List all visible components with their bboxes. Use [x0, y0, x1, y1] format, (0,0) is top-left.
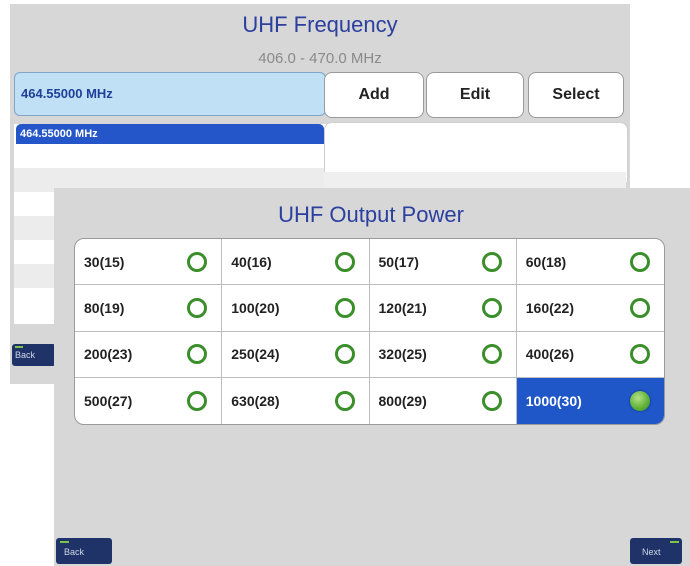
radio-icon[interactable] [481, 297, 502, 318]
radio-icon[interactable] [187, 251, 208, 272]
power-option-label: 630(28) [231, 392, 280, 409]
radio-icon[interactable] [334, 297, 355, 318]
radio-icon[interactable] [630, 297, 650, 318]
radio-selected-icon[interactable] [630, 390, 650, 411]
radio-icon[interactable] [630, 344, 650, 365]
back-button[interactable]: Back [56, 538, 112, 564]
frequency-list-item[interactable]: 464.55000 MHz [16, 124, 324, 144]
power-option[interactable]: 250(24) [222, 331, 370, 378]
select-button[interactable]: Select [528, 72, 624, 118]
power-option-label: 40(16) [231, 253, 272, 270]
power-option[interactable]: 400(26) [516, 332, 664, 378]
radio-icon[interactable] [334, 251, 355, 272]
power-option-label: 800(29) [378, 392, 427, 409]
power-option-label: 1000(30) [525, 392, 582, 409]
edit-button[interactable]: Edit [426, 72, 524, 118]
power-option-label: 30(15) [84, 253, 125, 270]
power-option[interactable]: 30(15) [75, 239, 223, 286]
power-option-selected[interactable]: 1000(30) [516, 377, 664, 424]
power-option-label: 500(27) [84, 392, 133, 409]
power-option-label: 80(19) [84, 299, 125, 316]
power-option[interactable]: 80(19) [75, 285, 223, 332]
power-option-label: 400(26) [525, 346, 575, 363]
radio-icon[interactable] [334, 390, 355, 411]
power-option-label: 160(22) [525, 299, 575, 316]
radio-icon[interactable] [334, 344, 355, 365]
radio-icon[interactable] [187, 297, 208, 318]
power-option[interactable]: 500(27) [75, 377, 223, 424]
radio-icon[interactable] [187, 390, 208, 411]
next-button[interactable]: Next [630, 538, 682, 564]
radio-icon[interactable] [481, 344, 502, 365]
radio-icon[interactable] [481, 390, 502, 411]
frequency-range: 406.0 - 470.0 MHz [258, 50, 382, 67]
power-option[interactable]: 60(18) [516, 239, 664, 286]
radio-icon[interactable] [481, 251, 502, 272]
power-option-label: 50(17) [378, 253, 419, 270]
power-option[interactable]: 200(23) [75, 331, 223, 378]
frequency-input[interactable]: 464.55000 MHz [14, 72, 326, 116]
power-title: UHF Output Power [278, 202, 464, 227]
radio-icon[interactable] [630, 251, 650, 272]
frequency-back-button[interactable]: Back [12, 344, 56, 366]
power-option[interactable]: 630(28) [222, 377, 370, 424]
power-option[interactable]: 40(16) [222, 239, 370, 286]
power-option[interactable]: 800(29) [370, 377, 517, 424]
power-options-grid: 30(15) 40(16) 50(17) 60(18) 80(19) 100(2… [74, 238, 665, 425]
power-option-label: 120(21) [378, 299, 427, 316]
radio-icon[interactable] [187, 344, 208, 365]
uhf-output-power-screen: UHF Output Power 30(15) 40(16) 50(17) 60… [54, 188, 690, 566]
power-option[interactable]: 50(17) [369, 239, 517, 286]
power-option[interactable]: 320(25) [369, 331, 517, 378]
power-option-label: 250(24) [231, 346, 280, 363]
power-option[interactable]: 120(21) [369, 285, 517, 332]
power-option-label: 320(25) [378, 346, 427, 363]
add-button[interactable]: Add [324, 72, 424, 118]
frequency-title: UHF Frequency [242, 12, 398, 37]
power-option[interactable]: 100(20) [222, 285, 370, 332]
power-option-label: 100(20) [231, 299, 280, 316]
power-option[interactable]: 160(22) [516, 285, 664, 332]
power-option-label: 200(23) [84, 346, 133, 363]
power-option-label: 60(18) [525, 253, 567, 270]
